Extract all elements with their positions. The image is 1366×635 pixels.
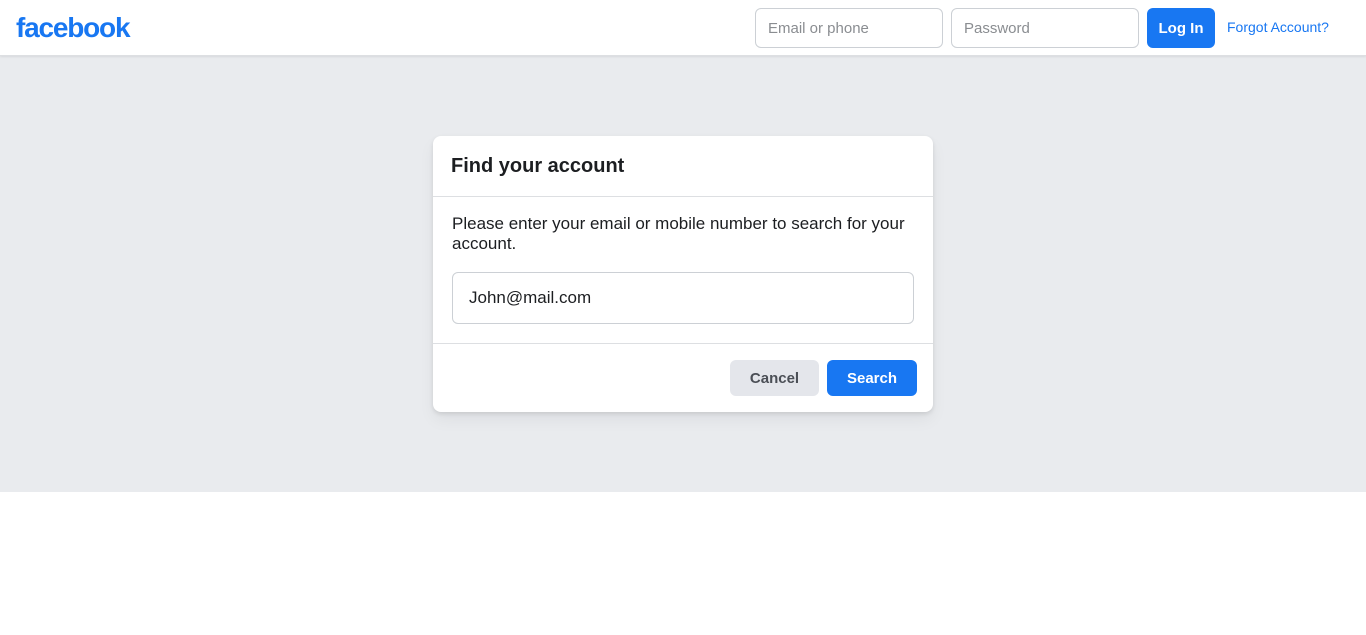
search-button[interactable]: Search [827, 360, 917, 396]
cancel-button[interactable]: Cancel [730, 360, 819, 396]
facebook-logo[interactable]: facebook [16, 9, 131, 47]
email-or-phone-input[interactable] [755, 8, 943, 48]
forgot-account-link[interactable]: Forgot Account? [1227, 18, 1329, 36]
top-navigation-bar: facebook Log In Forgot Account? [0, 0, 1366, 56]
password-input[interactable] [951, 8, 1139, 48]
dialog-footer: Cancel Search [433, 343, 933, 412]
dialog-header: Find your account [433, 136, 933, 197]
dialog-title: Find your account [451, 155, 625, 177]
email-or-mobile-search-input[interactable] [452, 272, 914, 324]
dialog-description: Please enter your email or mobile number… [452, 214, 905, 253]
find-account-dialog: Find your account Please enter your emai… [433, 136, 933, 412]
log-in-button[interactable]: Log In [1147, 8, 1215, 48]
